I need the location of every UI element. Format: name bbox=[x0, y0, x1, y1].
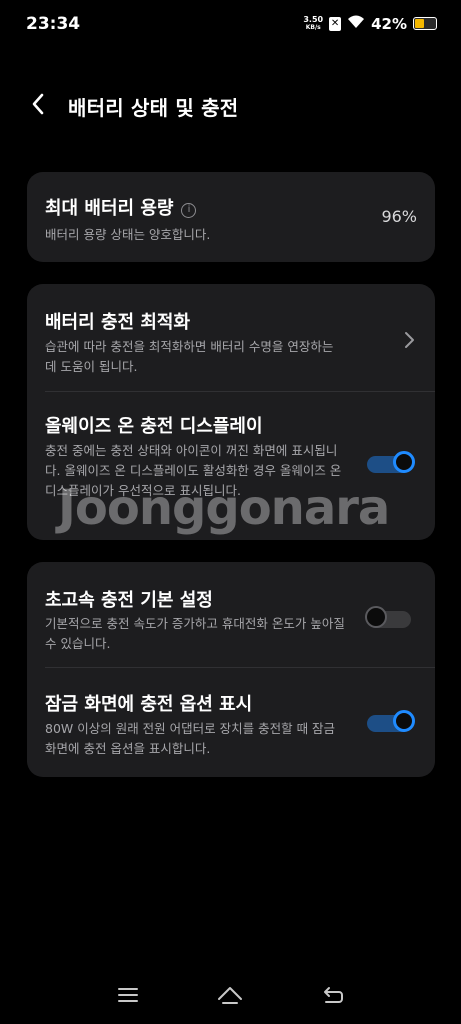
super-fast-charging-row[interactable]: 초고속 충전 기본 설정 기본적으로 충전 속도가 증가하고 휴대전화 온도가 … bbox=[27, 562, 435, 667]
lockscreen-charging-options-toggle[interactable] bbox=[365, 710, 415, 735]
toggle-knob bbox=[365, 606, 387, 628]
battery-charge-optimization-title: 배터리 충전 최적화 bbox=[45, 312, 191, 333]
network-speed-unit: KB/s bbox=[305, 23, 321, 31]
fast-charging-card: 초고속 충전 기본 설정 기본적으로 충전 속도가 증가하고 휴대전화 온도가 … bbox=[27, 562, 435, 777]
battery-charge-optimization-subtitle: 습관에 따라 충전을 최적화하면 배터리 수명을 연장하는 데 도움이 됩니다. bbox=[45, 339, 334, 374]
network-speed-value: 3.50 bbox=[303, 14, 324, 24]
super-fast-charging-subtitle: 기본적으로 충전 속도가 증가하고 휴대전화 온도가 높아질 수 있습니다. bbox=[45, 616, 345, 651]
super-fast-charging-toggle[interactable] bbox=[365, 606, 415, 631]
info-icon[interactable]: i bbox=[181, 203, 197, 218]
battery-charge-optimization-row[interactable]: 배터리 충전 최적화 습관에 따라 충전을 최적화하면 배터리 수명을 연장하는… bbox=[27, 284, 435, 391]
battery-capacity-card[interactable]: 최대 배터리 용량 i 배터리 용량 상태는 양호합니다. 96% bbox=[27, 172, 435, 262]
battery-fill bbox=[415, 19, 425, 28]
home-icon bbox=[218, 987, 242, 1004]
return-icon bbox=[324, 987, 343, 1003]
always-on-charging-display-title: 올웨이즈 온 충전 디스플레이 bbox=[45, 416, 263, 437]
super-fast-charging-title: 초고속 충전 기본 설정 bbox=[45, 590, 213, 611]
sim-disabled-icon: ✕ bbox=[329, 16, 342, 31]
lockscreen-charging-options-row[interactable]: 잠금 화면에 충전 옵션 표시 80W 이상의 원래 전원 어댑터로 장치를 충… bbox=[27, 668, 435, 777]
lockscreen-charging-options-title: 잠금 화면에 충전 옵션 표시 bbox=[45, 694, 253, 715]
back-nav-button[interactable] bbox=[318, 980, 348, 1010]
battery-capacity-subtitle: 배터리 용량 상태는 양호합니다. bbox=[45, 227, 211, 242]
always-on-charging-display-row[interactable]: 올웨이즈 온 충전 디스플레이 충전 중에는 충전 상태와 아이콘이 꺼진 화면… bbox=[27, 392, 435, 540]
network-speed: 3.50 KB/s bbox=[303, 14, 324, 32]
status-time: 23:34 bbox=[26, 14, 81, 34]
lockscreen-charging-options-subtitle: 80W 이상의 원래 전원 어댑터로 장치를 충전할 때 잠금 화면에 충전 옵… bbox=[45, 721, 336, 756]
battery-percent: 42% bbox=[371, 14, 407, 33]
battery-icon bbox=[413, 17, 437, 30]
charging-options-card: 배터리 충전 최적화 습관에 따라 충전을 최적화하면 배터리 수명을 연장하는… bbox=[27, 284, 435, 540]
status-icons: 3.50 KB/s ✕ 42% bbox=[303, 14, 437, 33]
back-arrow-icon bbox=[32, 93, 44, 115]
home-button[interactable] bbox=[215, 980, 245, 1010]
battery-capacity-title-row: 최대 배터리 용량 i bbox=[45, 194, 197, 220]
battery-capacity-value: 96% bbox=[381, 207, 417, 226]
toggle-knob bbox=[393, 451, 415, 473]
page-title: 배터리 상태 및 충전 bbox=[68, 96, 239, 120]
toggle-knob bbox=[393, 710, 415, 732]
wifi-icon bbox=[347, 14, 365, 33]
always-on-charging-display-subtitle: 충전 중에는 충전 상태와 아이콘이 꺼진 화면에 표시됩니다. 올웨이즈 온 … bbox=[45, 443, 342, 498]
navigation-bar bbox=[0, 968, 461, 1024]
menu-icon bbox=[118, 988, 138, 1002]
always-on-charging-display-toggle[interactable] bbox=[365, 451, 415, 476]
chevron-right-icon bbox=[405, 332, 414, 348]
status-bar: 23:34 3.50 KB/s ✕ 42% bbox=[0, 0, 461, 50]
header: 배터리 상태 및 충전 bbox=[0, 80, 461, 128]
back-button[interactable] bbox=[22, 86, 54, 122]
battery-capacity-title: 최대 배터리 용량 bbox=[45, 198, 174, 219]
recent-apps-button[interactable] bbox=[113, 980, 143, 1010]
